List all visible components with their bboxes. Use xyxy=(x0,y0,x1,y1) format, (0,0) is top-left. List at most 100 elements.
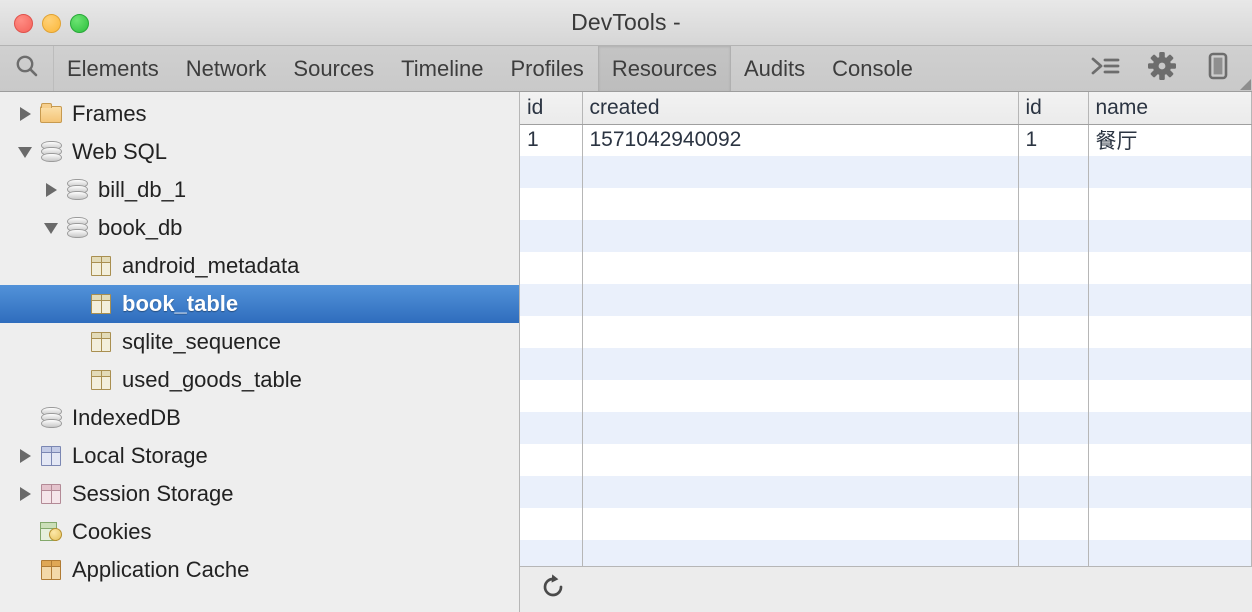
sidebar-item-label: bill_db_1 xyxy=(92,177,186,203)
cell-empty xyxy=(1018,540,1088,566)
datagrid-scroll[interactable]: id created id name 1 1571042940092 1 餐厅 xyxy=(520,92,1252,566)
column-header-name[interactable]: name xyxy=(1088,92,1252,124)
tab-timeline[interactable]: Timeline xyxy=(388,46,497,91)
tab-elements[interactable]: Elements xyxy=(54,46,173,91)
tab-profiles[interactable]: Profiles xyxy=(497,46,597,91)
datagrid-body: 1 1571042940092 1 餐厅 xyxy=(520,124,1252,566)
cell-empty xyxy=(582,284,1018,316)
sidebar-item-used-goods-table[interactable]: used_goods_table xyxy=(0,361,519,399)
tab-label: Audits xyxy=(744,56,805,82)
tab-audits[interactable]: Audits xyxy=(731,46,819,91)
sidebar-item-indexeddb[interactable]: IndexedDB xyxy=(0,399,519,437)
cell-empty xyxy=(520,540,582,566)
close-button[interactable] xyxy=(14,14,33,33)
minimize-button[interactable] xyxy=(42,14,61,33)
console-drawer-icon xyxy=(1090,53,1122,84)
table-icon xyxy=(86,332,116,352)
table-row-empty xyxy=(520,316,1252,348)
tab-label: Profiles xyxy=(510,56,583,82)
devtools-toolbar: Elements Network Sources Timeline Profil… xyxy=(0,46,1252,92)
sidebar-item-label: Application Cache xyxy=(66,557,249,583)
sidebar-item-android-metadata[interactable]: android_metadata xyxy=(0,247,519,285)
cookies-icon xyxy=(36,522,66,542)
settings-button[interactable] xyxy=(1134,46,1190,92)
sidebar-item-sqlite-sequence[interactable]: sqlite_sequence xyxy=(0,323,519,361)
cell-empty xyxy=(520,284,582,316)
sidebar-item-book-table[interactable]: book_table xyxy=(0,285,519,323)
refresh-button[interactable] xyxy=(538,575,568,605)
sidebar-item-local-storage[interactable]: Local Storage xyxy=(0,437,519,475)
sidebar-item-book-db[interactable]: book_db xyxy=(0,209,519,247)
cell-empty xyxy=(520,476,582,508)
table-row-empty xyxy=(520,252,1252,284)
sidebar-item-frames[interactable]: Frames xyxy=(0,95,519,133)
cell-empty xyxy=(1018,188,1088,220)
cell-empty xyxy=(582,316,1018,348)
cell-empty xyxy=(520,316,582,348)
resize-grip[interactable] xyxy=(1240,79,1251,90)
sidebar-item-label: Web SQL xyxy=(66,139,167,165)
expand-arrow-icon[interactable] xyxy=(14,487,36,501)
cell-empty xyxy=(520,444,582,476)
cell-empty xyxy=(520,380,582,412)
tab-label: Timeline xyxy=(401,56,483,82)
collapse-arrow-icon[interactable] xyxy=(40,223,62,234)
search-button[interactable] xyxy=(0,46,54,91)
cell-empty xyxy=(1018,156,1088,188)
tab-resources[interactable]: Resources xyxy=(598,46,731,91)
cell-empty xyxy=(520,412,582,444)
table-row[interactable]: 1 1571042940092 1 餐厅 xyxy=(520,124,1252,156)
column-header-id-1[interactable]: id xyxy=(520,92,582,124)
sidebar-item-session-storage[interactable]: Session Storage xyxy=(0,475,519,513)
cell-name[interactable]: 餐厅 xyxy=(1088,124,1252,156)
database-icon xyxy=(36,141,66,163)
sidebar-item-label: book_db xyxy=(92,215,182,241)
sidebar-item-label: IndexedDB xyxy=(66,405,181,431)
cell-id-2[interactable]: 1 xyxy=(1018,124,1088,156)
expand-arrow-icon[interactable] xyxy=(40,183,62,197)
column-header-id-2[interactable]: id xyxy=(1018,92,1088,124)
tab-console[interactable]: Console xyxy=(819,46,927,91)
sidebar-item-cookies[interactable]: Cookies xyxy=(0,513,519,551)
console-drawer-button[interactable] xyxy=(1078,46,1134,92)
column-header-created[interactable]: created xyxy=(582,92,1018,124)
cell-id-1[interactable]: 1 xyxy=(520,124,582,156)
cell-empty xyxy=(1088,252,1252,284)
cell-empty xyxy=(1018,444,1088,476)
tab-label: Sources xyxy=(293,56,374,82)
resources-tree: Frames Web SQL bill_db_1 book_db android… xyxy=(0,92,520,612)
window-controls xyxy=(14,0,89,46)
table-row-empty xyxy=(520,284,1252,316)
table-row-empty xyxy=(520,476,1252,508)
collapse-arrow-icon[interactable] xyxy=(14,147,36,158)
table-icon xyxy=(86,370,116,390)
table-row-empty xyxy=(520,540,1252,566)
expand-arrow-icon[interactable] xyxy=(14,449,36,463)
cell-empty xyxy=(582,380,1018,412)
cell-empty xyxy=(1018,252,1088,284)
device-toolbar-button[interactable] xyxy=(1190,46,1246,92)
sidebar-item-label: Session Storage xyxy=(66,481,233,507)
cell-empty xyxy=(1088,508,1252,540)
application-cache-icon xyxy=(36,560,66,580)
sidebar-item-bill-db-1[interactable]: bill_db_1 xyxy=(0,171,519,209)
table-row-empty xyxy=(520,444,1252,476)
session-storage-icon xyxy=(36,484,66,504)
tab-sources[interactable]: Sources xyxy=(280,46,388,91)
cell-empty xyxy=(1018,476,1088,508)
zoom-button[interactable] xyxy=(70,14,89,33)
cell-empty xyxy=(1088,476,1252,508)
devtools-window: DevTools - Elements Network Sources Time… xyxy=(0,0,1252,612)
sidebar-item-label: sqlite_sequence xyxy=(116,329,281,355)
cell-empty xyxy=(1018,380,1088,412)
sidebar-item-application-cache[interactable]: Application Cache xyxy=(0,551,519,589)
sidebar-item-web-sql[interactable]: Web SQL xyxy=(0,133,519,171)
tab-network[interactable]: Network xyxy=(173,46,281,91)
cell-empty xyxy=(582,508,1018,540)
cell-empty xyxy=(1018,508,1088,540)
refresh-icon xyxy=(539,573,567,606)
cell-empty xyxy=(582,476,1018,508)
cell-created[interactable]: 1571042940092 xyxy=(582,124,1018,156)
panel-tabs: Elements Network Sources Timeline Profil… xyxy=(54,46,1078,91)
expand-arrow-icon[interactable] xyxy=(14,107,36,121)
